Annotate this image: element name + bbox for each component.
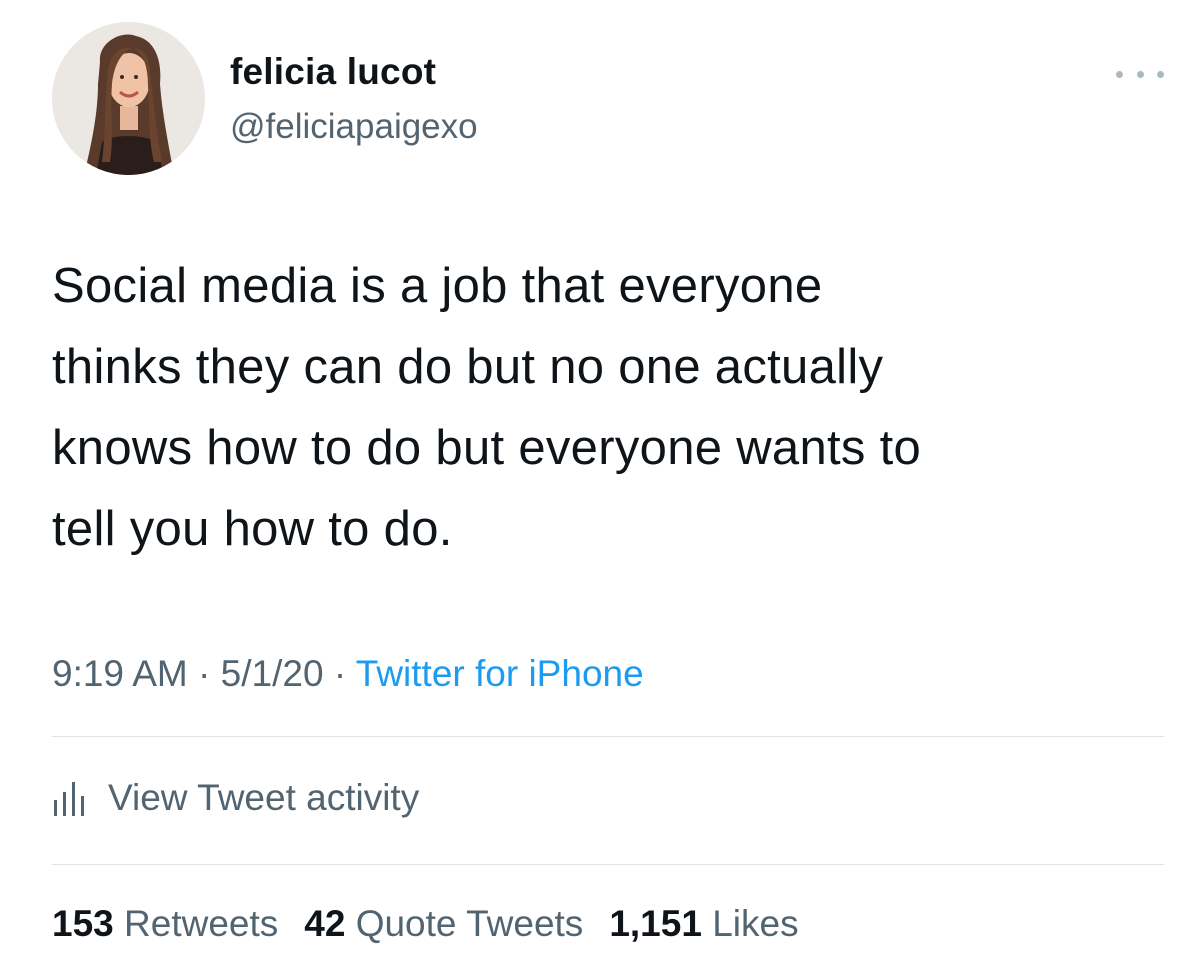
profile-photo-icon [52, 22, 205, 175]
retweets-stat[interactable]: 153 Retweets [52, 898, 278, 950]
display-name[interactable]: felicia lucot [230, 48, 436, 96]
tweet-date[interactable]: 5/1/20 [221, 653, 324, 694]
tweet-card: felicia lucot @feliciapaigexo Social med… [0, 0, 1200, 961]
divider [52, 736, 1164, 737]
meta-separator: · [333, 653, 347, 694]
handle[interactable]: @feliciapaigexo [230, 104, 478, 150]
view-activity-label: View Tweet activity [108, 777, 420, 818]
tweet-source-link[interactable]: Twitter for iPhone [356, 653, 644, 694]
tweet-stats: 153 Retweets 42 Quote Tweets 1,151 Likes [52, 898, 825, 950]
bar-chart-icon [54, 782, 84, 816]
meta-separator: · [198, 653, 211, 694]
retweets-count: 153 [52, 903, 114, 944]
tweet-meta: 9:19 AM · 5/1/20 · Twitter for iPhone [52, 648, 644, 700]
likes-count: 1,151 [609, 903, 702, 944]
dot [1157, 70, 1164, 78]
quote-tweets-stat[interactable]: 42 Quote Tweets [304, 898, 583, 950]
avatar[interactable] [52, 22, 205, 175]
quote-tweets-label: Quote Tweets [355, 903, 584, 944]
quote-tweets-count: 42 [304, 903, 346, 944]
dot [1136, 70, 1144, 78]
view-activity-button[interactable]: View Tweet activity [52, 770, 419, 826]
tweet-text: Social media is a job that everyone thin… [52, 259, 922, 556]
likes-stat[interactable]: 1,151 Likes [609, 898, 798, 950]
dot [1116, 70, 1123, 78]
likes-label: Likes [712, 903, 799, 944]
ellipsis-icon[interactable] [1116, 60, 1164, 88]
divider [52, 864, 1164, 865]
retweets-label: Retweets [124, 903, 279, 944]
tweet-time[interactable]: 9:19 AM [52, 653, 188, 694]
